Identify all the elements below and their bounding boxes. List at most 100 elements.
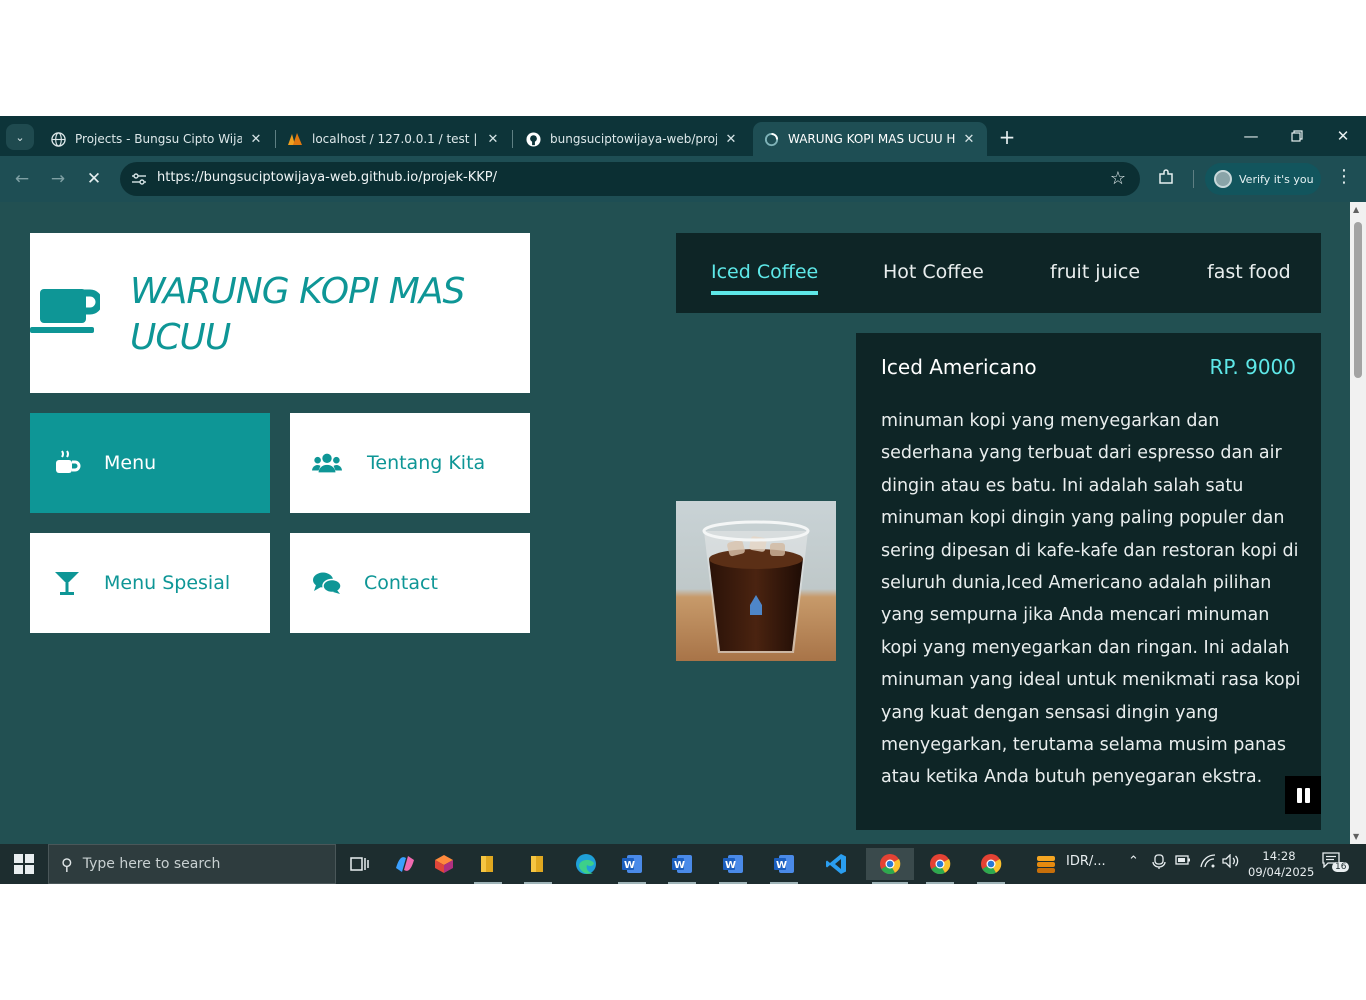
tab-hot-coffee[interactable]: Hot Coffee: [883, 261, 984, 283]
stop-button[interactable]: ✕: [80, 165, 108, 193]
svg-text:W: W: [674, 860, 685, 871]
avatar: [1214, 170, 1232, 188]
tab-fast-food[interactable]: fast food: [1207, 261, 1291, 283]
verify-profile-button[interactable]: Verify it's you: [1205, 163, 1321, 195]
nav-tile-contact[interactable]: Contact: [290, 533, 530, 633]
close-icon[interactable]: ✕: [248, 132, 264, 147]
running-indicator: [926, 882, 954, 884]
url-text[interactable]: https://bungsuciptowijaya-web.github.io/…: [157, 170, 497, 185]
chrome-icon[interactable]: [971, 848, 1011, 884]
nav-tile-tentang-kita[interactable]: Tentang Kita: [290, 413, 530, 513]
word-icon[interactable]: W: [662, 848, 702, 884]
cube-app-icon[interactable]: [424, 848, 464, 880]
tab-search-button[interactable]: ⌄: [6, 124, 34, 150]
chrome-icon[interactable]: [866, 848, 914, 884]
taskbar-search-box[interactable]: ⚲ Type here to search: [48, 844, 336, 884]
clock-time: 14:28: [1262, 849, 1296, 863]
close-icon[interactable]: ✕: [485, 132, 501, 147]
meet-now-icon[interactable]: [1152, 854, 1166, 874]
globe-icon: [50, 131, 66, 147]
running-indicator: [524, 882, 552, 884]
restore-button[interactable]: [1274, 122, 1320, 150]
forward-button[interactable]: →: [44, 165, 72, 193]
scrollbar-thumb[interactable]: [1354, 222, 1362, 378]
running-indicator: [872, 882, 908, 884]
minimize-button[interactable]: —: [1228, 122, 1274, 150]
product-description: minuman kopi yang menyegarkan dan sederh…: [881, 411, 1301, 788]
word-icon[interactable]: W: [612, 848, 652, 884]
browser-tab[interactable]: localhost / 127.0.0.1 / test | phpM ✕: [277, 122, 511, 156]
tab-title: bungsuciptowijaya-web/projek: [550, 132, 717, 146]
notification-center-icon[interactable]: 16: [1322, 852, 1350, 876]
browser-tab[interactable]: Projects - Bungsu Cipto Wijaya ✕: [40, 122, 274, 156]
site-settings-icon[interactable]: [130, 170, 148, 188]
scroll-up-icon[interactable]: ▲: [1353, 205, 1359, 214]
close-icon[interactable]: ✕: [961, 132, 977, 147]
window-close-button[interactable]: ✕: [1320, 122, 1366, 150]
tab-title: Projects - Bungsu Cipto Wijaya: [75, 132, 242, 146]
pause-icon: [1296, 787, 1302, 803]
loading-icon: [763, 131, 779, 147]
windows-taskbar: ⚲ Type here to search W W W W IDR/... ⌃ …: [0, 844, 1366, 884]
tray-chevron-up-icon[interactable]: ⌃: [1128, 854, 1139, 869]
product-image: [676, 501, 836, 661]
arrow-right-icon: →: [50, 169, 66, 189]
vscode-icon[interactable]: [816, 848, 856, 880]
svg-text:W: W: [776, 860, 787, 871]
taskbar-clock[interactable]: 14:28 09/04/2025: [1248, 848, 1314, 880]
tab-label: Hot Coffee: [883, 261, 984, 283]
file-explorer-icon[interactable]: [468, 848, 508, 884]
scroll-down-icon[interactable]: ▼: [1353, 832, 1359, 841]
tab-label: Iced Coffee: [711, 261, 819, 283]
toolbar-separator: [1193, 170, 1194, 188]
github-icon: [525, 131, 541, 147]
tab-label: fast food: [1207, 261, 1291, 283]
running-indicator: [977, 882, 1005, 884]
svg-text:W: W: [624, 860, 635, 871]
product-name: Iced Americano: [881, 355, 1037, 379]
bookmark-star-icon[interactable]: ☆: [1110, 168, 1126, 189]
browser-toolbar: ← → ✕ https://bungsuciptowijaya-web.gith…: [0, 156, 1366, 202]
nav-tile-menu-spesial[interactable]: Menu Spesial: [30, 533, 270, 633]
svg-text:W: W: [725, 860, 736, 871]
file-explorer-icon[interactable]: [518, 848, 558, 884]
task-view-icon[interactable]: [340, 848, 380, 880]
running-indicator: [474, 882, 502, 884]
windows-start-icon[interactable]: [14, 854, 34, 874]
brand-title: WARUNG KOPI MAS UCUU: [130, 271, 465, 358]
browser-tab-active[interactable]: WARUNG KOPI MAS UCUU HTML ✕: [753, 122, 987, 156]
pause-button[interactable]: [1285, 776, 1321, 814]
close-icon[interactable]: ✕: [723, 132, 739, 147]
copilot-icon[interactable]: [385, 848, 425, 880]
tab-iced-coffee[interactable]: Iced Coffee: [711, 261, 819, 295]
chevron-down-icon: ⌄: [15, 130, 25, 144]
tab-separator: [512, 130, 513, 148]
more-menu-icon[interactable]: ⋮: [1334, 166, 1354, 192]
speaker-icon[interactable]: [1222, 853, 1240, 872]
running-indicator: [668, 882, 696, 884]
word-icon[interactable]: W: [764, 848, 804, 884]
product-price: RP. 9000: [1209, 355, 1296, 379]
chrome-icon[interactable]: [920, 848, 960, 884]
battery-icon[interactable]: [1175, 854, 1191, 870]
page-scrollbar[interactable]: ▲ ▼: [1350, 202, 1366, 844]
nav-tile-label: Contact: [364, 572, 438, 594]
back-button[interactable]: ←: [8, 165, 36, 193]
tab-fruit-juice[interactable]: fruit juice: [1050, 261, 1140, 283]
word-icon[interactable]: W: [713, 848, 753, 884]
tab-label: fruit juice: [1050, 261, 1141, 283]
stop-icon: ✕: [86, 169, 102, 189]
currency-widget-icon[interactable]: [1026, 848, 1066, 880]
edge-icon[interactable]: [566, 848, 606, 880]
browser-tab[interactable]: bungsuciptowijaya-web/projek ✕: [515, 122, 749, 156]
new-tab-button[interactable]: +: [994, 124, 1020, 150]
nav-tile-label: Tentang Kita: [367, 452, 486, 474]
running-indicator: [618, 882, 646, 884]
verify-label: Verify it's you: [1239, 172, 1314, 186]
nav-tile-menu[interactable]: Menu: [30, 413, 270, 513]
currency-widget-text[interactable]: IDR/...: [1066, 854, 1106, 869]
address-bar[interactable]: https://bungsuciptowijaya-web.github.io/…: [120, 162, 1140, 196]
wifi-icon[interactable]: [1200, 854, 1216, 872]
running-indicator: [719, 882, 747, 884]
extensions-icon[interactable]: [1155, 168, 1177, 190]
